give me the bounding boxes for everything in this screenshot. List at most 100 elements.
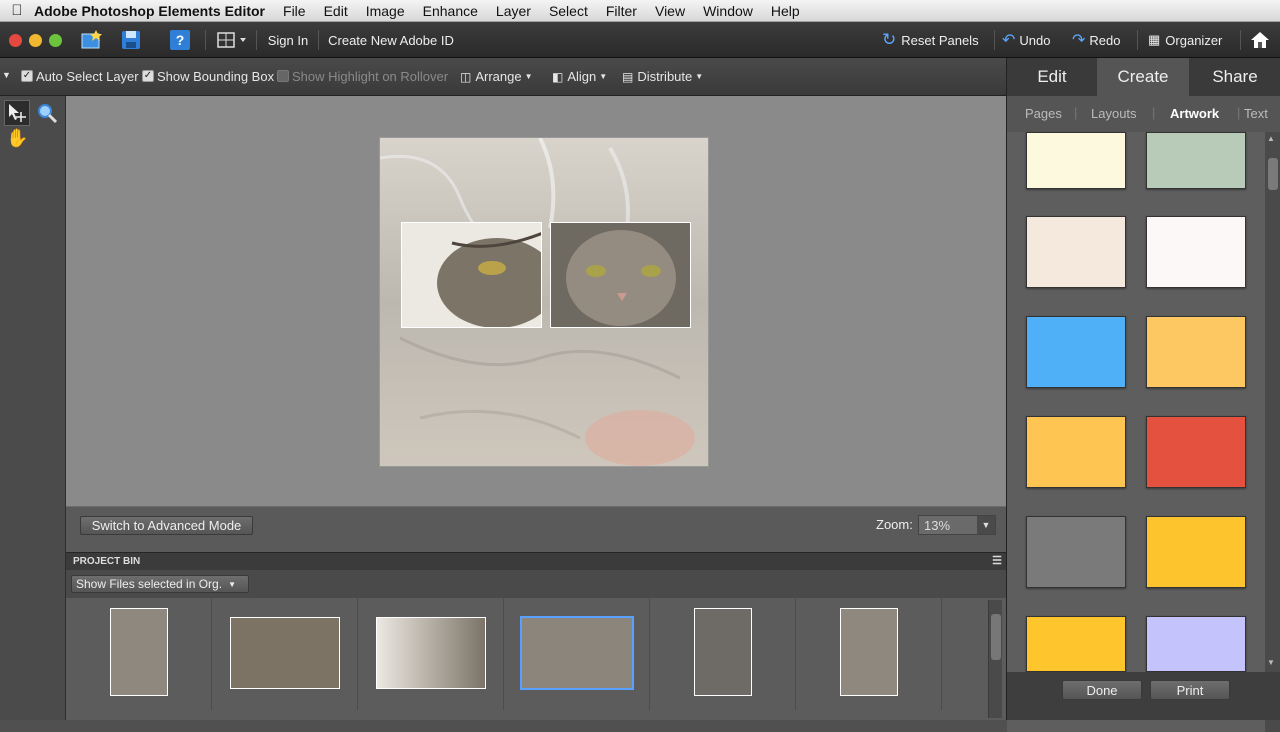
menu-file[interactable]: File [283,3,306,19]
background-swatch[interactable] [1026,616,1126,672]
background-swatch[interactable] [1026,416,1126,488]
bin-item[interactable] [66,598,212,710]
done-button[interactable]: Done [1062,680,1142,700]
sign-in-link[interactable]: Sign In [264,28,312,52]
create-subtabs: Pages | Layouts | Artwork | Text [1007,96,1280,132]
layout-icon[interactable] [216,28,250,52]
chevron-down-icon: ▼ [977,516,995,534]
reset-panels-button[interactable]: ↻ Reset Panels [882,28,986,52]
create-adobe-id-link[interactable]: Create New Adobe ID [326,28,456,52]
zoom-window-button[interactable] [49,34,62,47]
menu-select[interactable]: Select [549,3,588,19]
bin-item[interactable] [358,598,504,710]
organizer-icon: ▦ [1148,32,1161,47]
show-highlight-checkbox[interactable] [277,70,289,82]
menu-image[interactable]: Image [366,3,405,19]
panel-menu-icon[interactable]: ☰ [992,554,1002,567]
print-button[interactable]: Print [1150,680,1230,700]
bin-item[interactable] [796,598,942,710]
organizer-button[interactable]: ▦ Organizer [1148,28,1234,52]
align-icon: ◧ [552,69,564,84]
subtab-text[interactable]: Text [1244,106,1268,121]
hand-tool-icon[interactable]: ✋ [6,128,28,150]
tab-create[interactable]: Create [1097,58,1189,96]
arrange-icon: ◫ [460,69,472,84]
bin-filter-dropdown[interactable]: Show Files selected in Org. ▼ [71,575,249,593]
subtab-divider: | [1152,105,1156,120]
background-swatch[interactable] [1026,132,1126,189]
undo-button[interactable]: ↶ Undo [1002,28,1062,52]
show-bounding-box-checkbox[interactable]: ✓ [142,70,154,82]
zoom-tool-icon[interactable] [36,102,58,124]
bin-scrollbar[interactable] [988,600,1002,718]
subtab-artwork[interactable]: Artwork [1170,106,1219,121]
bin-scroll-thumb[interactable] [991,614,1001,660]
background-swatch[interactable] [1026,216,1126,288]
auto-select-layer-checkbox[interactable]: ✓ [21,70,33,82]
tools-panel: ✋ [0,96,66,720]
scroll-down-icon[interactable]: ▼ [1267,658,1275,667]
project-bin-title: PROJECT BIN [73,556,141,567]
distribute-dropdown[interactable]: ▤ Distribute ▼ [622,69,703,84]
move-tool-icon[interactable] [4,100,30,126]
bin-item[interactable] [212,598,358,710]
bin-thumbnail [110,608,168,696]
menu-help[interactable]: Help [771,3,800,19]
project-bin-thumbnails [66,598,1006,720]
app-name[interactable]: Adobe Photoshop Elements Editor [34,3,265,19]
bin-thumbnail [840,608,898,696]
tab-share[interactable]: Share [1189,58,1280,96]
subtab-pages[interactable]: Pages [1025,106,1062,121]
menu-edit[interactable]: Edit [324,3,348,19]
menu-layer[interactable]: Layer [496,3,531,19]
undo-icon: ↶ [1002,32,1016,49]
new-file-icon[interactable] [79,28,103,52]
collage-photo-left[interactable] [401,222,542,328]
background-swatch[interactable] [1026,516,1126,588]
subtab-layouts[interactable]: Layouts [1091,106,1137,121]
arrange-dropdown[interactable]: ◫ Arrange ▼ [460,69,533,84]
app-toolbar: ? Sign In Create New Adobe ID ↻ Reset Pa… [0,22,1280,58]
bin-item-selected[interactable] [504,598,650,710]
subtab-divider: | [1237,105,1241,120]
align-dropdown[interactable]: ◧ Align ▼ [552,69,607,84]
background-swatch[interactable] [1146,316,1246,388]
options-menu-arrow-icon[interactable]: ▼ [2,70,11,80]
distribute-icon: ▤ [622,69,634,84]
switch-to-advanced-mode-button[interactable]: Switch to Advanced Mode [80,516,253,535]
distribute-label: Distribute [637,69,693,84]
background-swatch[interactable] [1146,216,1246,288]
background-swatch[interactable] [1026,316,1126,388]
background-swatch[interactable] [1146,416,1246,488]
close-window-button[interactable] [9,34,22,47]
scroll-up-icon[interactable]: ▲ [1267,134,1275,143]
redo-button[interactable]: ↷ Redo [1072,28,1130,52]
menu-enhance[interactable]: Enhance [423,3,478,19]
reset-panels-label: Reset Panels [901,32,979,48]
show-highlight-label: Show Highlight on Rollover [292,69,449,84]
chevron-down-icon: ▼ [695,72,704,81]
collage-photo-right[interactable] [550,222,691,328]
menu-view[interactable]: View [655,3,685,19]
background-swatch[interactable] [1146,616,1246,672]
minimize-window-button[interactable] [29,34,42,47]
tab-edit[interactable]: Edit [1007,58,1097,96]
help-icon[interactable]: ? [168,28,192,52]
auto-select-layer-label: Auto Select Layer [36,69,139,84]
background-swatch[interactable] [1146,516,1246,588]
artwork-scrollbar[interactable]: ▲ ▼ [1265,132,1280,732]
background-swatch[interactable] [1146,132,1246,189]
apple-icon[interactable]:  [0,2,34,19]
zoom-select[interactable]: 13% ▼ [918,515,996,535]
artwork-scroll-thumb[interactable] [1268,158,1278,190]
document-canvas[interactable] [379,137,709,467]
redo-label: Redo [1089,32,1121,48]
menu-window[interactable]: Window [703,3,753,19]
home-icon[interactable] [1248,28,1272,52]
document-status-bar: Switch to Advanced Mode Zoom: 13% ▼ [66,506,1006,552]
save-icon[interactable] [119,28,143,52]
organizer-label: Organizer [1165,32,1223,48]
menu-filter[interactable]: Filter [606,3,637,19]
bin-item[interactable] [650,598,796,710]
align-label: Align [567,69,597,84]
